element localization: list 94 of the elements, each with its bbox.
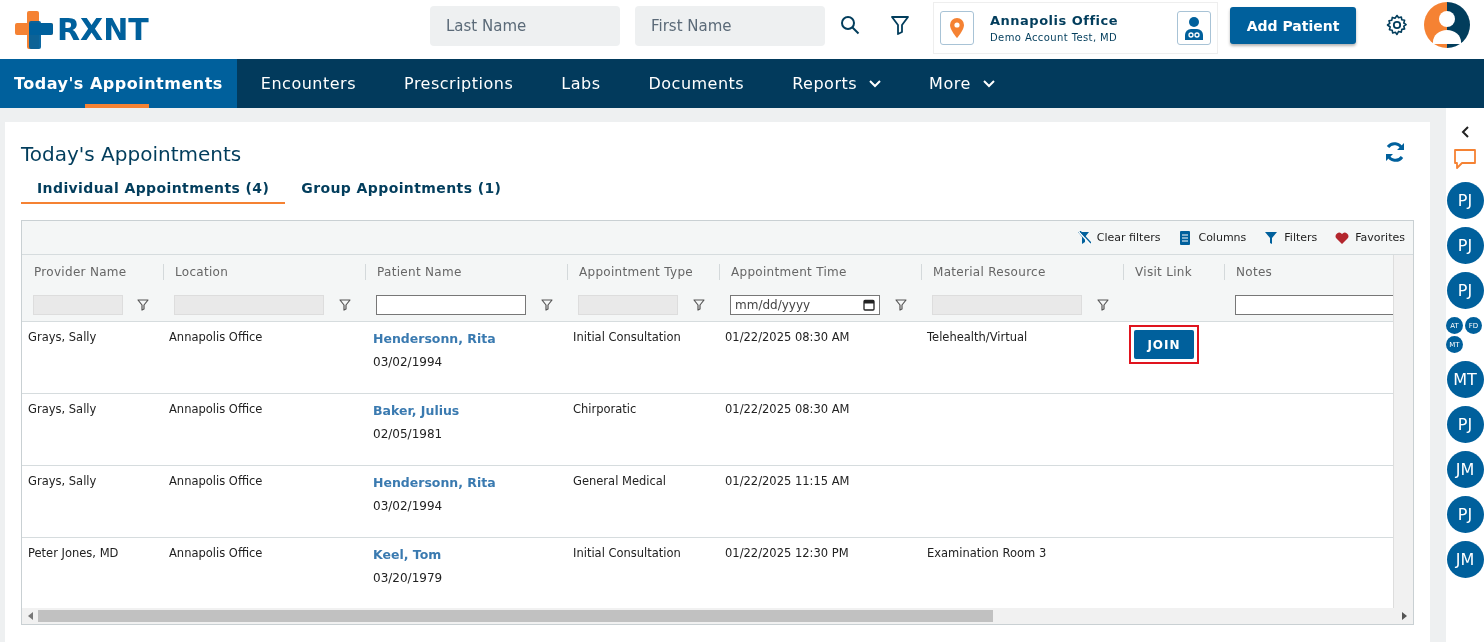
nav-tab[interactable]: Today's Appointments: [0, 59, 237, 108]
funnel-icon: [541, 299, 553, 311]
scroll-left-icon: [28, 612, 34, 620]
column-header[interactable]: Patient Name: [377, 265, 462, 279]
funnel-icon: [339, 299, 351, 311]
toolbar-button[interactable]: Filters: [1264, 230, 1318, 245]
birth-date: 02/05/1981: [373, 427, 443, 441]
table-cell: Examination Room 3: [927, 546, 1047, 560]
table-cell: Annapolis Office: [169, 474, 263, 488]
office-name: Annapolis Office: [990, 12, 1120, 28]
table-cell: 01/22/2025 12:30 PM: [725, 546, 849, 560]
cross-logo-icon: [15, 10, 53, 49]
account-name: Demo Account Test, MD: [990, 31, 1119, 43]
patient-link[interactable]: Baker, Julius: [373, 403, 460, 418]
birth-date: 03/02/1994: [373, 355, 443, 369]
chat-avatar[interactable]: PJ: [1446, 227, 1484, 264]
column-header[interactable]: Appointment Type: [579, 265, 693, 279]
nav-tab[interactable]: Labs: [537, 59, 625, 108]
chat-avatar[interactable]: PJ: [1446, 182, 1484, 219]
scroll-right-icon: [1401, 612, 1407, 620]
location-pin-icon: [949, 16, 965, 39]
heart-icon: [1335, 230, 1350, 245]
page-title: Today's Appointments: [21, 142, 242, 166]
table-cell: General Medical: [573, 474, 667, 488]
filter-field[interactable]: [376, 295, 526, 315]
table-cell: Grays, Sally: [28, 402, 97, 416]
table-cell: 01/22/2025 11:15 AM: [725, 474, 850, 488]
toolbar-button[interactable]: Favorites: [1335, 230, 1405, 245]
chat-avatar[interactable]: PJ: [1446, 272, 1484, 309]
nav-tab[interactable]: Documents: [624, 59, 769, 108]
columns-icon: [1178, 230, 1193, 245]
search-field[interactable]: Last Name: [430, 5, 620, 46]
chat-avatar[interactable]: JM: [1446, 451, 1484, 488]
table-cell: Annapolis Office: [169, 402, 263, 416]
chevron-down-icon: [982, 79, 995, 88]
refresh-button[interactable]: [1384, 141, 1406, 163]
table-cell: 01/22/2025 08:30 AM: [725, 330, 850, 344]
nav-tab[interactable]: Encounters: [236, 59, 380, 108]
clear-filter-icon: [1076, 230, 1091, 245]
table-cell: 01/22/2025 08:30 AM: [725, 402, 850, 416]
horizontal-scrollbar[interactable]: [22, 608, 1413, 624]
column-header[interactable]: Notes: [1236, 265, 1273, 279]
table-cell: Telehealth/Virtual: [927, 330, 1028, 344]
chat-avatar[interactable]: JM: [1446, 541, 1484, 578]
toolbar-button[interactable]: Columns: [1178, 230, 1247, 245]
office-selector[interactable]: Annapolis Office Demo Account Test, MD: [933, 1, 1218, 54]
table-cell: Grays, Sally: [28, 474, 97, 488]
search-field[interactable]: First Name: [635, 5, 825, 46]
birth-date: 03/20/1979: [373, 571, 443, 585]
chevron-down-icon: [869, 79, 882, 88]
funnel-icon: [693, 299, 705, 311]
add-patient-button[interactable]: Add Patient: [1230, 7, 1356, 44]
table-cell: Peter Jones, MD: [28, 546, 119, 560]
funnel-icon: [1097, 299, 1109, 311]
table-cell: Annapolis Office: [169, 330, 263, 344]
chat-avatar[interactable]: PJ: [1446, 406, 1484, 443]
refresh-icon: [1384, 141, 1406, 163]
vertical-scrollbar[interactable]: [1393, 255, 1413, 608]
column-header[interactable]: Location: [175, 265, 229, 279]
calendar-icon: [863, 299, 875, 311]
column-header[interactable]: Visit Link: [1135, 265, 1192, 279]
join-button[interactable]: JOIN: [1134, 330, 1194, 359]
chat-avatar[interactable]: PJ: [1446, 496, 1484, 533]
logo-text: RXNT: [57, 12, 149, 47]
search-icon: [840, 14, 860, 35]
funnel-icon: [137, 299, 149, 311]
chat-icon: [1453, 148, 1477, 170]
appointment-tab[interactable]: Individual Appointments (4): [21, 176, 286, 204]
column-header[interactable]: Provider Name: [34, 265, 127, 279]
settings-icon: [1386, 13, 1408, 36]
doctor-icon: [1183, 15, 1205, 40]
table-cell: Annapolis Office: [169, 546, 263, 560]
funnel-icon: [895, 299, 907, 311]
patient-link[interactable]: Hendersonn, Rita: [373, 475, 496, 490]
nav-tab[interactable]: Reports: [768, 59, 906, 108]
table-cell: Initial Consultation: [573, 546, 681, 560]
appointment-tab[interactable]: Group Appointments (1): [285, 176, 518, 204]
filter-field[interactable]: [1235, 295, 1393, 315]
table-cell: Initial Consultation: [573, 330, 681, 344]
column-header[interactable]: Appointment Time: [731, 265, 847, 279]
patient-link[interactable]: Hendersonn, Rita: [373, 331, 496, 346]
column-header[interactable]: Material Resource: [933, 265, 1046, 279]
table-cell: Chirporatic: [573, 402, 637, 416]
patient-link[interactable]: Keel, Tom: [373, 547, 442, 562]
chat-avatar[interactable]: MT: [1446, 361, 1484, 398]
chevron-left-icon: [1461, 126, 1469, 138]
date-filter-field[interactable]: mm/dd/yyyy: [730, 295, 880, 315]
toolbar-button[interactable]: Clear filters: [1076, 230, 1161, 245]
nav-tab[interactable]: Prescriptions: [380, 59, 538, 108]
birth-date: 03/02/1994: [373, 499, 443, 513]
funnel-icon: [1264, 230, 1279, 245]
funnel-icon: [891, 14, 909, 35]
table-cell: Grays, Sally: [28, 330, 97, 344]
nav-tab[interactable]: More: [905, 59, 1019, 108]
